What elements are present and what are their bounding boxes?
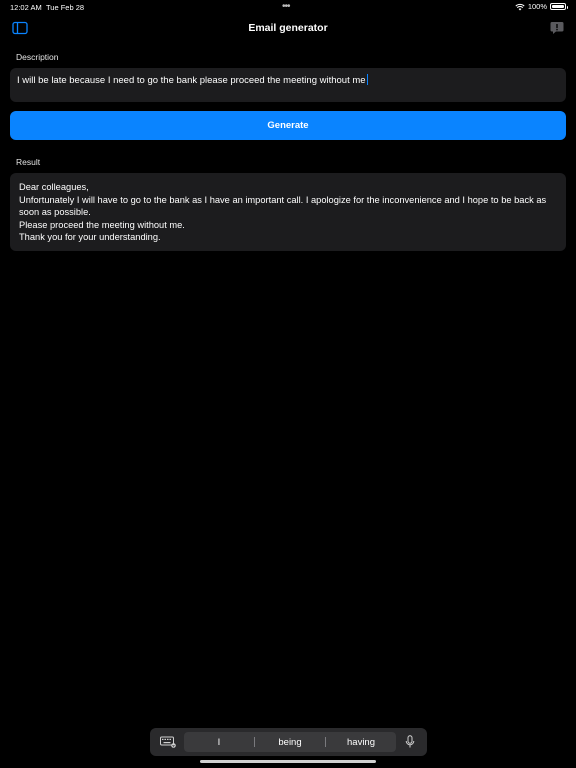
page-title: Email generator (248, 22, 328, 34)
predictive-text-suggestions: I being having (184, 732, 396, 752)
wifi-icon (515, 3, 525, 10)
result-text-box[interactable]: Dear colleagues, Unfortunately I will ha… (10, 173, 566, 251)
keyboard-shortcut-bar: I being having (150, 728, 427, 756)
exclamation-bubble-icon[interactable] (550, 21, 564, 35)
description-label: Description (16, 52, 59, 62)
suggestion-item[interactable]: being (255, 737, 325, 748)
multitasking-dots-icon[interactable]: ••• (282, 1, 290, 12)
battery-icon (550, 3, 568, 10)
status-right: 100% (515, 2, 568, 11)
text-cursor (366, 74, 369, 85)
status-date: Tue Feb 28 (46, 3, 85, 12)
description-input[interactable]: I will be late because I need to go the … (10, 68, 566, 102)
result-label: Result (16, 157, 41, 167)
suggestion-item[interactable]: having (326, 737, 396, 748)
keyboard-icon[interactable] (160, 736, 176, 748)
result-line: Unfortunately I will have to go to the b… (19, 194, 547, 218)
result-line: Thank you for your understanding. (19, 232, 161, 242)
navigation-bar: Email generator (0, 14, 576, 42)
home-indicator[interactable] (200, 760, 376, 763)
status-bar: 12:02 AM Tue Feb 28 ••• 100% (0, 0, 576, 14)
microphone-icon[interactable] (405, 735, 415, 749)
battery-percent: 100% (527, 2, 547, 11)
suggestion-item[interactable]: I (184, 737, 254, 748)
generate-button[interactable]: Generate (10, 111, 566, 140)
result-line: Dear colleagues, (19, 182, 89, 192)
result-line: Please proceed the meeting without me. (19, 219, 185, 230)
status-time: 12:02 AM (10, 3, 42, 12)
description-text: I will be late because I need to go the … (17, 75, 366, 86)
